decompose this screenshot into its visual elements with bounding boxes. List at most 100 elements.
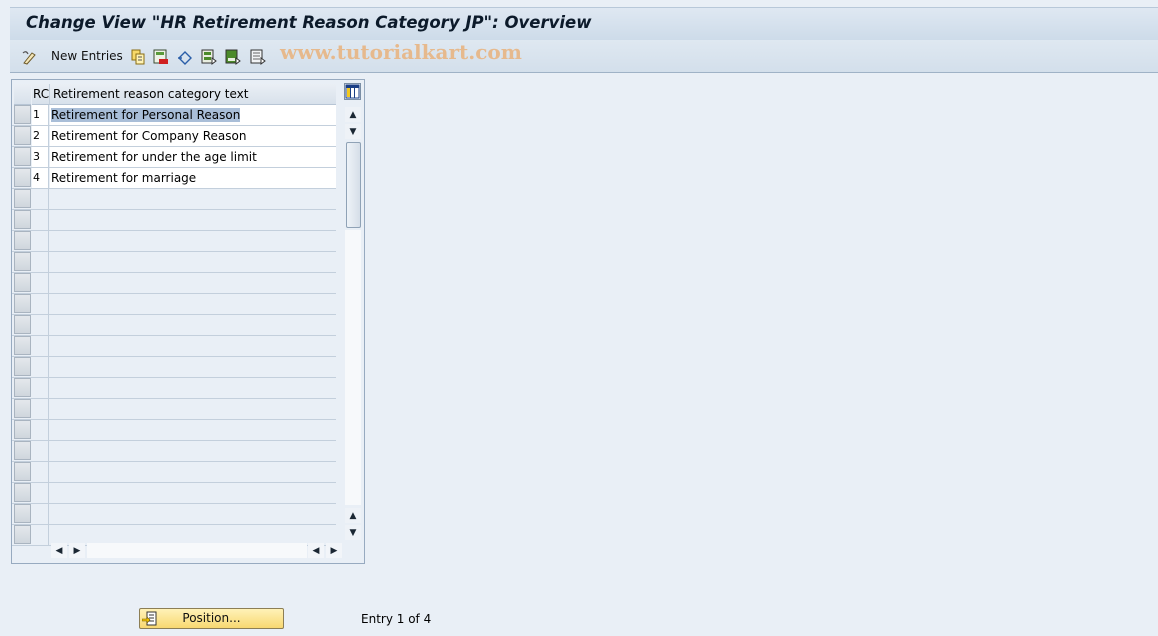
row-selector[interactable] [14, 231, 31, 250]
row-selector[interactable] [14, 105, 31, 124]
page-title: Change View "HR Retirement Reason Catego… [26, 13, 592, 32]
cell-rc [32, 189, 49, 209]
table-row [12, 189, 336, 210]
table-row [12, 315, 336, 336]
row-selector[interactable] [14, 126, 31, 145]
scroll-up-button[interactable]: ▲ [345, 107, 361, 122]
copy-as-button[interactable] [130, 47, 145, 65]
table-control: RC Retirement reason category text 1 Reti… [11, 79, 365, 564]
cell-text [50, 210, 336, 230]
table-row [12, 504, 336, 525]
cell-text [50, 420, 336, 440]
column-header-text[interactable]: Retirement reason category text [50, 84, 336, 105]
scroll-page-down-button[interactable]: ▼ [345, 525, 361, 540]
arrow-up-icon: ▲ [349, 109, 357, 120]
column-header-rc[interactable]: RC [32, 84, 50, 105]
cell-rc[interactable]: 4 [32, 168, 49, 188]
watermark-text: www.tutorialkart.com [280, 40, 522, 64]
hscroll-right-button[interactable]: ▶ [69, 543, 85, 558]
cell-rc [32, 441, 49, 461]
cell-text [50, 189, 336, 209]
cell-rc [32, 210, 49, 230]
table-row: 4 Retirement for marriage [12, 168, 336, 189]
row-selector[interactable] [14, 168, 31, 187]
cell-text-value: Retirement for under the age limit [51, 150, 257, 164]
cell-rc [32, 462, 49, 482]
cell-rc [32, 525, 49, 545]
cell-rc [32, 420, 49, 440]
row-selector[interactable] [14, 210, 31, 229]
row-selector[interactable] [14, 273, 31, 292]
row-selector[interactable] [14, 462, 31, 481]
table-row [12, 231, 336, 252]
arrow-left-icon: ◀ [55, 545, 63, 556]
hscroll-left-button[interactable]: ◀ [51, 543, 67, 558]
cell-text[interactable]: Retirement for Company Reason [50, 126, 336, 146]
deselect-all-icon [250, 49, 266, 65]
table-row: 2 Retirement for Company Reason [12, 126, 336, 147]
row-selector[interactable] [14, 399, 31, 418]
new-entries-label: New Entries [51, 49, 123, 63]
deselect-all-button[interactable] [250, 47, 266, 65]
cell-text [50, 399, 336, 419]
select-all-button[interactable] [201, 47, 217, 65]
cell-text-value: Retirement for Personal Reason [51, 108, 241, 122]
table-row [12, 210, 336, 231]
scroll-thumb[interactable] [346, 142, 361, 228]
table-row [12, 357, 336, 378]
row-selector[interactable] [14, 357, 31, 376]
cell-rc[interactable]: 2 [32, 126, 49, 146]
column-header-text-label: Retirement reason category text [53, 87, 249, 101]
row-selector[interactable] [14, 147, 31, 166]
row-selector[interactable] [14, 336, 31, 355]
table-row: 1 Retirement for Personal Reason [12, 105, 336, 126]
delete-button[interactable] [153, 47, 168, 65]
cell-text[interactable]: Retirement for under the age limit [50, 147, 336, 167]
cell-text [50, 483, 336, 503]
horizontal-scrollbar[interactable] [87, 543, 307, 558]
row-selector[interactable] [14, 525, 31, 544]
row-selector[interactable] [14, 378, 31, 397]
title-bar: Change View "HR Retirement Reason Catego… [10, 7, 1158, 40]
edit-toggle-button[interactable] [22, 47, 36, 65]
row-selector[interactable] [14, 252, 31, 271]
table-settings-button[interactable] [344, 83, 361, 100]
position-button[interactable]: Position... [139, 608, 284, 629]
cell-text [50, 525, 336, 545]
cell-rc [32, 336, 49, 356]
row-selector[interactable] [14, 315, 31, 334]
cell-rc[interactable]: 1 [32, 105, 49, 125]
cell-text [50, 231, 336, 251]
scroll-down-button[interactable]: ▼ [345, 124, 361, 139]
arrow-right-icon: ▶ [330, 545, 338, 556]
cell-rc [32, 315, 49, 335]
arrow-up-icon: ▲ [349, 510, 357, 521]
hscroll2-right-button[interactable]: ▶ [326, 543, 342, 558]
cell-rc [32, 231, 49, 251]
cell-text[interactable]: Retirement for marriage [50, 168, 336, 188]
undo-change-button[interactable] [177, 47, 192, 65]
copy-as-icon [130, 49, 145, 65]
cell-text[interactable]: Retirement for Personal Reason [50, 105, 336, 125]
select-block-button[interactable] [225, 47, 241, 65]
row-selector[interactable] [14, 420, 31, 439]
row-selector[interactable] [14, 504, 31, 523]
select-all-icon [201, 49, 217, 65]
scroll-track[interactable] [345, 230, 361, 505]
cell-text [50, 252, 336, 272]
table-row [12, 483, 336, 504]
new-entries-button[interactable]: New Entries [51, 47, 123, 65]
arrow-down-icon: ▼ [349, 527, 357, 538]
row-selector[interactable] [14, 441, 31, 460]
scroll-page-up-button[interactable]: ▲ [345, 508, 361, 523]
row-selector[interactable] [14, 294, 31, 313]
table-row [12, 420, 336, 441]
row-selector[interactable] [14, 189, 31, 208]
hscroll2-left-button[interactable]: ◀ [308, 543, 324, 558]
table-row [12, 336, 336, 357]
row-selector[interactable] [14, 483, 31, 502]
select-all-rows-corner[interactable] [14, 84, 31, 105]
cell-rc[interactable]: 3 [32, 147, 49, 167]
cell-text [50, 462, 336, 482]
cell-rc [32, 399, 49, 419]
